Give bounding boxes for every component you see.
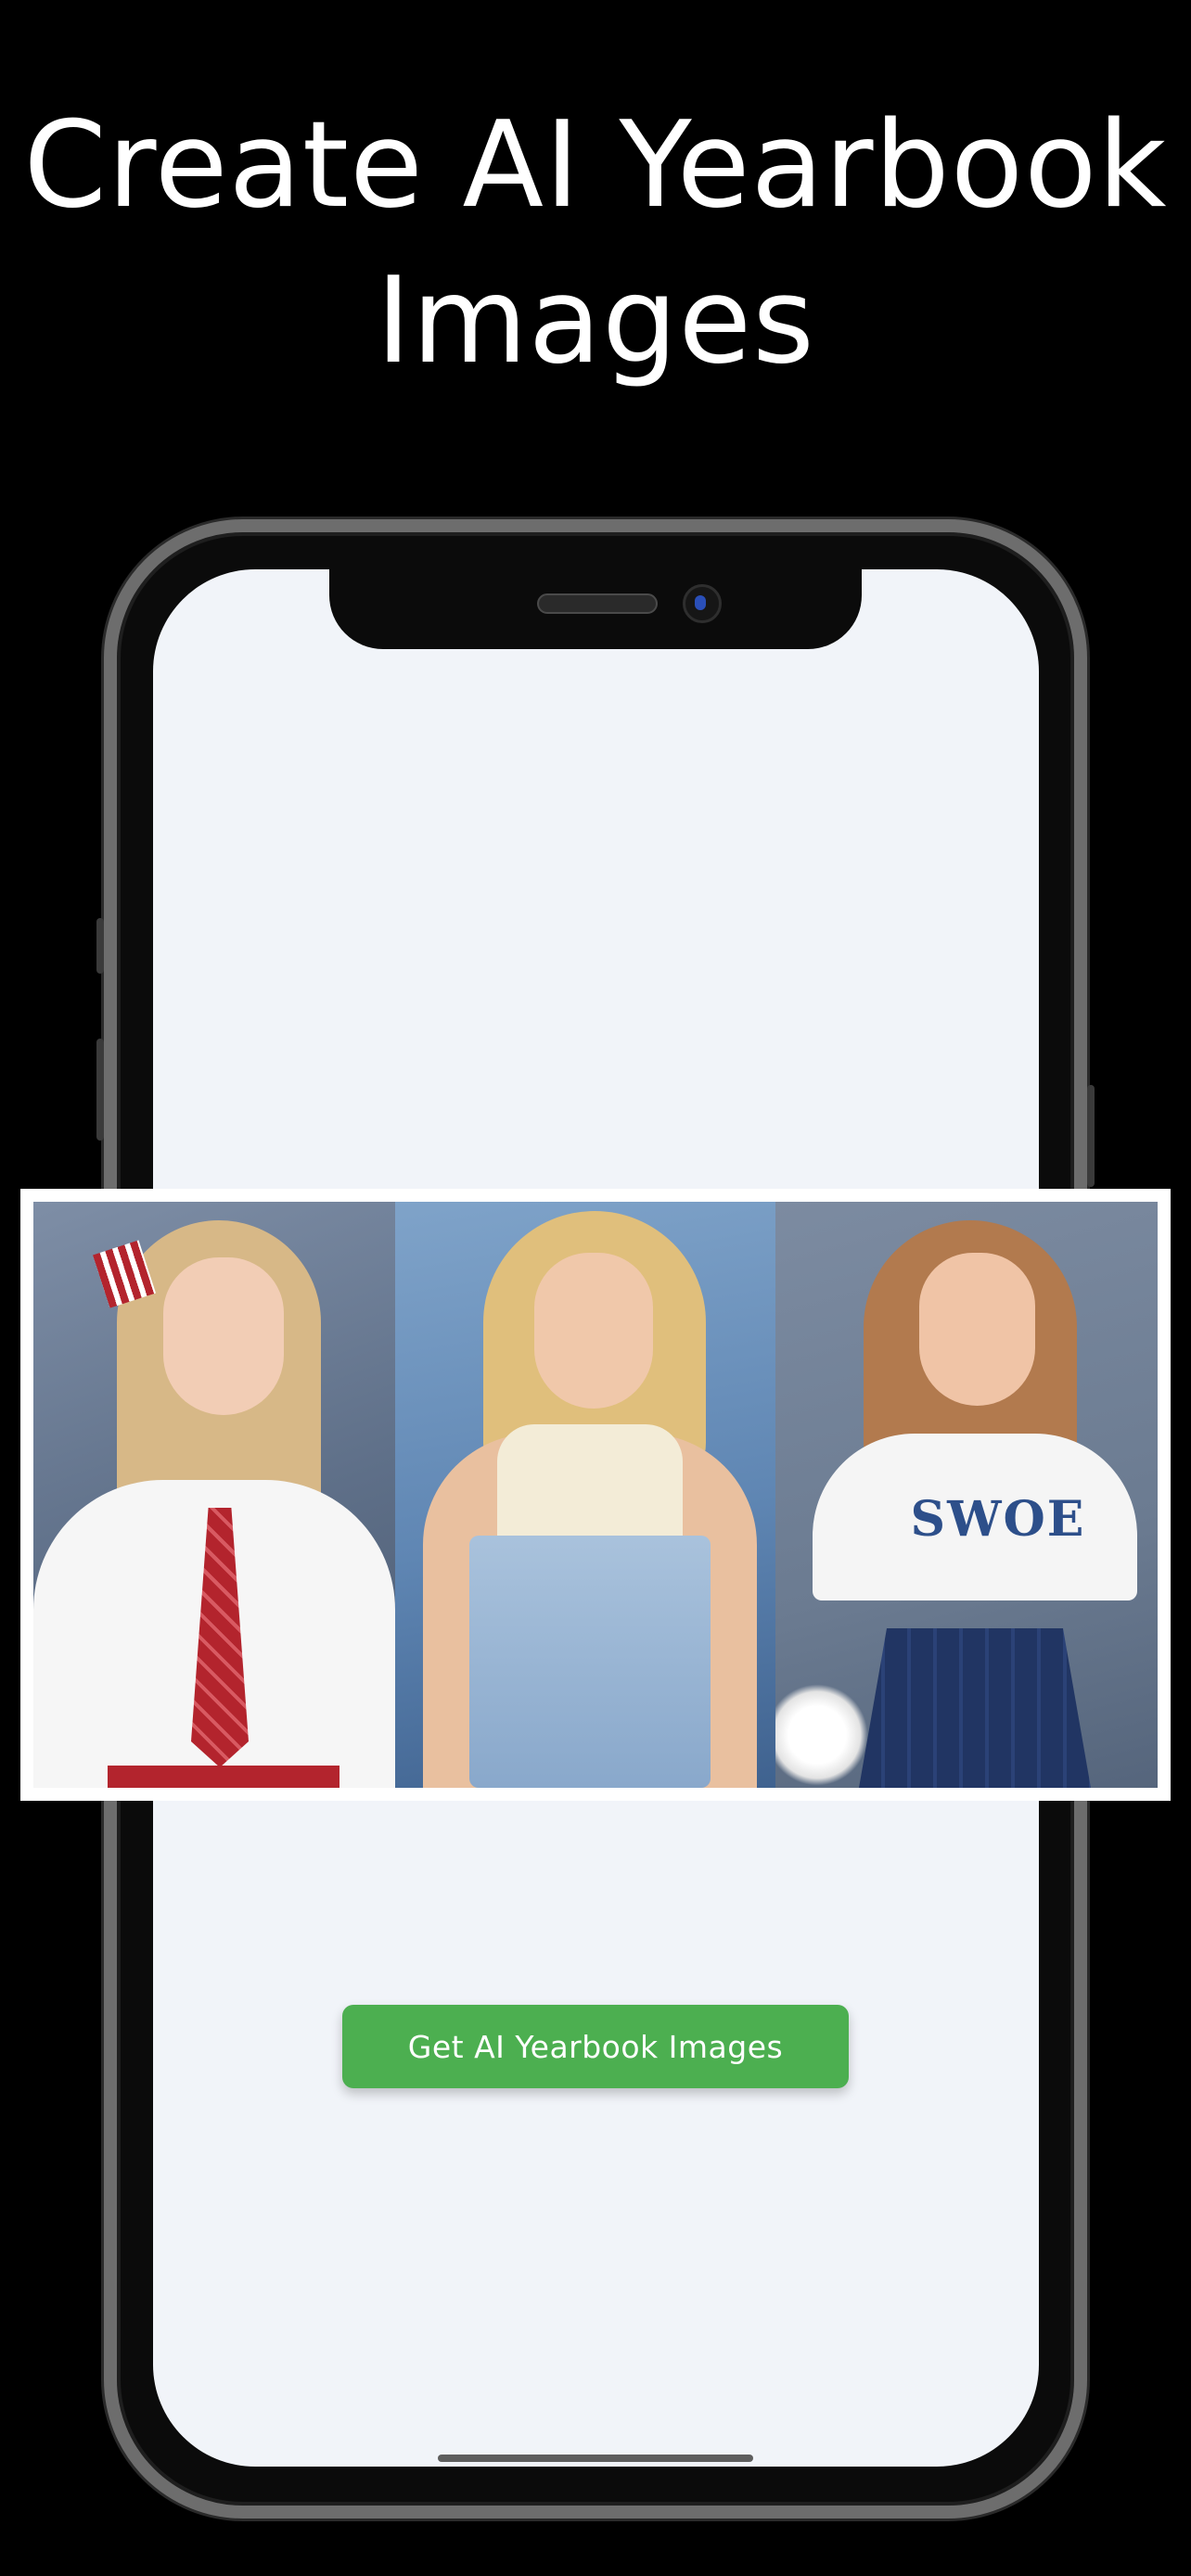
speaker-grille bbox=[537, 593, 658, 614]
yearbook-photo bbox=[33, 1202, 395, 1788]
home-indicator bbox=[438, 2455, 753, 2462]
pleated-skirt bbox=[859, 1628, 1091, 1788]
headline-line-2: Images bbox=[376, 252, 815, 390]
phone-side-button bbox=[1087, 1085, 1095, 1187]
photo-face bbox=[534, 1253, 653, 1409]
photo-skirt bbox=[108, 1766, 339, 1788]
headline-line-1: Create AI Yearbook bbox=[23, 96, 1168, 235]
get-yearbook-images-button[interactable]: Get AI Yearbook Images bbox=[342, 2005, 849, 2088]
phone-side-button bbox=[96, 918, 104, 974]
yearbook-photo-strip: SWOE bbox=[20, 1189, 1171, 1801]
pom-pom bbox=[775, 1684, 868, 1786]
headline: Create AI Yearbook Images bbox=[0, 88, 1191, 400]
denim-overalls bbox=[469, 1536, 711, 1788]
photo-face bbox=[163, 1257, 284, 1415]
promo-screen: Create AI Yearbook Images SWOE Get AI Ye… bbox=[0, 0, 1191, 2576]
photo-face bbox=[919, 1253, 1035, 1406]
yearbook-photo bbox=[395, 1202, 775, 1788]
yearbook-photo: SWOE bbox=[775, 1202, 1158, 1788]
shirt-text: SWOE bbox=[910, 1491, 1086, 1548]
phone-side-button bbox=[96, 1039, 104, 1141]
front-camera-icon bbox=[683, 584, 722, 623]
